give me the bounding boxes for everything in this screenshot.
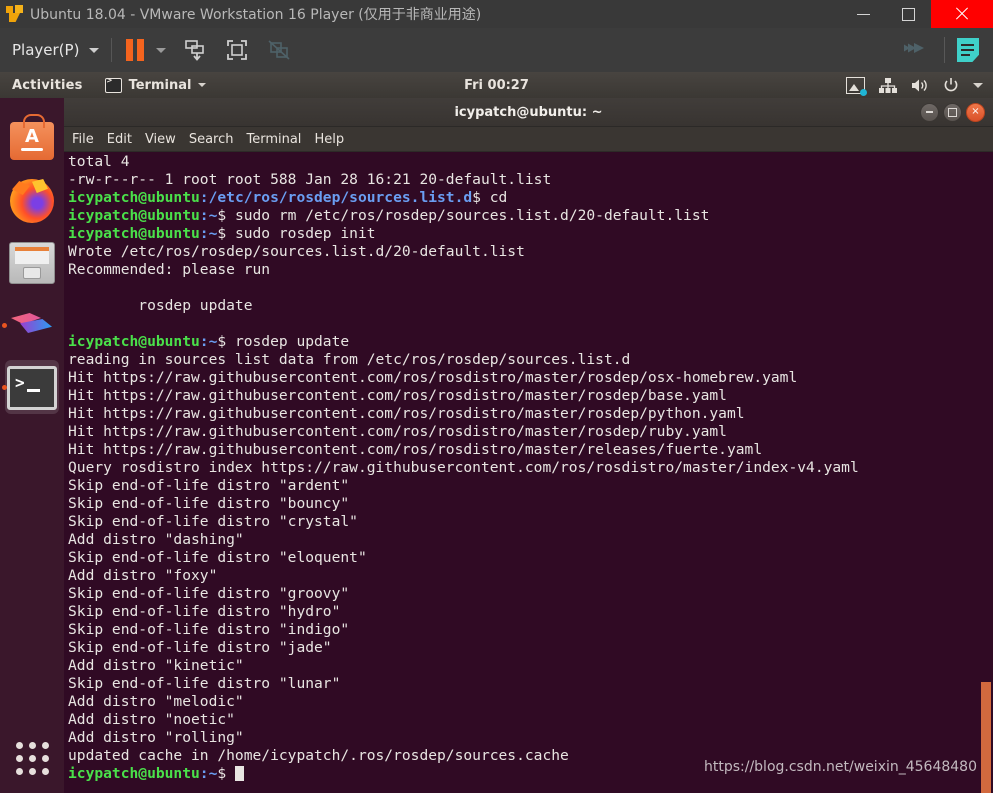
terminal-line: icypatch@ubuntu:~$ sudo rosdep init [68, 225, 376, 242]
pause-icon[interactable] [126, 39, 145, 61]
show-applications-button[interactable] [0, 729, 64, 787]
terminal-window-controls: × [920, 98, 985, 126]
thunderbird-icon [10, 303, 54, 347]
pause-dropdown-caret-icon[interactable] [156, 47, 167, 53]
dock-item-firefox[interactable] [0, 170, 64, 232]
screenshot-icon[interactable] [846, 76, 867, 96]
terminal-output-area[interactable]: total 4 -rw-r--r-- 1 root root 588 Jan 28… [64, 152, 993, 793]
files-icon [9, 242, 55, 284]
fullscreen-icon[interactable] [224, 37, 250, 63]
system-tray [846, 72, 983, 98]
terminal-line: Skip end-of-life distro "eloquent" [68, 549, 367, 566]
chevron-down-icon [89, 47, 100, 53]
menu-item-search[interactable]: Search [189, 132, 234, 147]
text-cursor [234, 766, 244, 781]
apps-grid-icon [15, 741, 49, 775]
menu-item-file[interactable]: File [72, 132, 94, 147]
terminal-line: Recommended: please run [68, 261, 271, 278]
gnome-top-bar: Activities Terminal Fri 00:27 [0, 72, 993, 98]
watermark-text: https://blog.csdn.net/weixin_45648480 [703, 759, 977, 775]
vmware-window-controls [841, 0, 993, 28]
terminal-maximize-button[interactable] [943, 102, 962, 122]
terminal-line: Hit https://raw.githubusercontent.com/ro… [68, 441, 763, 458]
terminal-window: icypatch@ubuntu: ~ × File Edit View Sear… [64, 98, 993, 793]
terminal-line: icypatch@ubuntu:/etc/ros/rosdep/sources.… [68, 189, 508, 206]
player-menu-button[interactable]: Player(P) [12, 41, 100, 59]
terminal-line: rosdep update [68, 297, 253, 314]
terminal-line: Query rosdistro index https://raw.github… [68, 459, 859, 476]
terminal-line: -rw-r--r-- 1 root root 588 Jan 28 16:21 … [68, 171, 552, 188]
terminal-line: Hit https://raw.githubusercontent.com/ro… [68, 405, 745, 422]
terminal-line: Skip end-of-life distro "indigo" [68, 621, 350, 638]
system-menu-caret-icon[interactable] [973, 82, 983, 88]
terminal-titlebar[interactable]: icypatch@ubuntu: ~ × [64, 98, 993, 127]
terminal-scrollbar[interactable] [978, 152, 991, 793]
terminal-line: Wrote /etc/ros/rosdep/sources.list.d/20-… [68, 243, 525, 260]
terminal-line: Skip end-of-life distro "groovy" [68, 585, 350, 602]
terminal-menubar: File Edit View Search Terminal Help [64, 127, 993, 152]
terminal-line: Hit https://raw.githubusercontent.com/ro… [68, 387, 727, 404]
firefox-icon [10, 179, 54, 223]
terminal-line: Skip end-of-life distro "ardent" [68, 477, 350, 494]
terminal-line: Add distro "noetic" [68, 711, 235, 728]
vmware-close-button[interactable] [931, 0, 993, 28]
terminal-line: reading in sources list data from /etc/r… [68, 351, 631, 368]
volume-icon[interactable] [911, 78, 929, 93]
vmware-maximize-button[interactable] [886, 0, 931, 28]
snapshot-icon[interactable] [182, 37, 208, 63]
dock-item-ubuntu-software[interactable] [0, 108, 64, 170]
menu-item-view[interactable]: View [145, 132, 176, 147]
ubuntu-software-icon [10, 114, 54, 160]
terminal-line: Skip end-of-life distro "crystal" [68, 513, 358, 530]
vmware-titlebar: Ubuntu 18.04 - VMware Workstation 16 Pla… [0, 0, 993, 28]
dock-item-thunderbird[interactable] [0, 294, 64, 356]
terminal-line: Skip end-of-life distro "bouncy" [68, 495, 350, 512]
vmware-toolbar-right [902, 28, 993, 72]
vmware-toolbar: Player(P) [0, 28, 993, 73]
send-keys-icon[interactable] [902, 38, 932, 62]
terminal-line: Hit https://raw.githubusercontent.com/ro… [68, 423, 727, 440]
toolbar-divider-right [944, 37, 945, 63]
terminal-line: icypatch@ubuntu:~$ rosdep update [68, 333, 350, 350]
power-icon[interactable] [943, 77, 959, 93]
network-icon[interactable] [879, 77, 897, 93]
vmware-title: Ubuntu 18.04 - VMware Workstation 16 Pla… [30, 7, 482, 23]
terminal-title: icypatch@ubuntu: ~ [454, 104, 603, 120]
menu-item-edit[interactable]: Edit [107, 132, 132, 147]
notes-icon[interactable] [957, 38, 979, 62]
terminal-line: Add distro "dashing" [68, 531, 244, 548]
running-indicator-dot [2, 323, 7, 328]
terminal-line: Add distro "kinetic" [68, 657, 244, 674]
scrollbar-thumb[interactable] [981, 682, 991, 793]
terminal-close-button[interactable]: × [966, 102, 985, 122]
terminal-line: Skip end-of-life distro "jade" [68, 639, 332, 656]
terminal-line: Skip end-of-life distro "lunar" [68, 675, 341, 692]
terminal-line: icypatch@ubuntu:~$ sudo rm /etc/ros/rosd… [68, 207, 710, 224]
player-menu-label: Player(P) [12, 41, 80, 59]
clock[interactable]: Fri 00:27 [0, 78, 993, 93]
terminal-line: Hit https://raw.githubusercontent.com/ro… [68, 369, 798, 386]
terminal-icon: > [7, 366, 57, 410]
unity-mode-icon [266, 37, 292, 63]
ubuntu-desktop: Activities Terminal Fri 00:27 [0, 72, 993, 793]
terminal-line: Add distro "foxy" [68, 567, 218, 584]
dock-item-terminal[interactable]: > [0, 356, 64, 418]
terminal-text: total 4 -rw-r--r-- 1 root root 588 Jan 28… [68, 153, 975, 783]
terminal-minimize-button[interactable] [920, 102, 939, 122]
ubuntu-dock: > [0, 98, 64, 793]
menu-item-terminal[interactable]: Terminal [246, 132, 301, 147]
dock-item-files[interactable] [0, 232, 64, 294]
terminal-line: total 4 [68, 153, 130, 170]
menu-item-help[interactable]: Help [314, 132, 344, 147]
terminal-line: Add distro "melodic" [68, 693, 244, 710]
toolbar-divider [111, 38, 113, 62]
vmware-logo-icon [6, 5, 24, 23]
terminal-line: Skip end-of-life distro "hydro" [68, 603, 341, 620]
terminal-line: Add distro "rolling" [68, 729, 244, 746]
vmware-minimize-button[interactable] [841, 0, 886, 28]
vmware-player-window: Ubuntu 18.04 - VMware Workstation 16 Pla… [0, 0, 993, 793]
